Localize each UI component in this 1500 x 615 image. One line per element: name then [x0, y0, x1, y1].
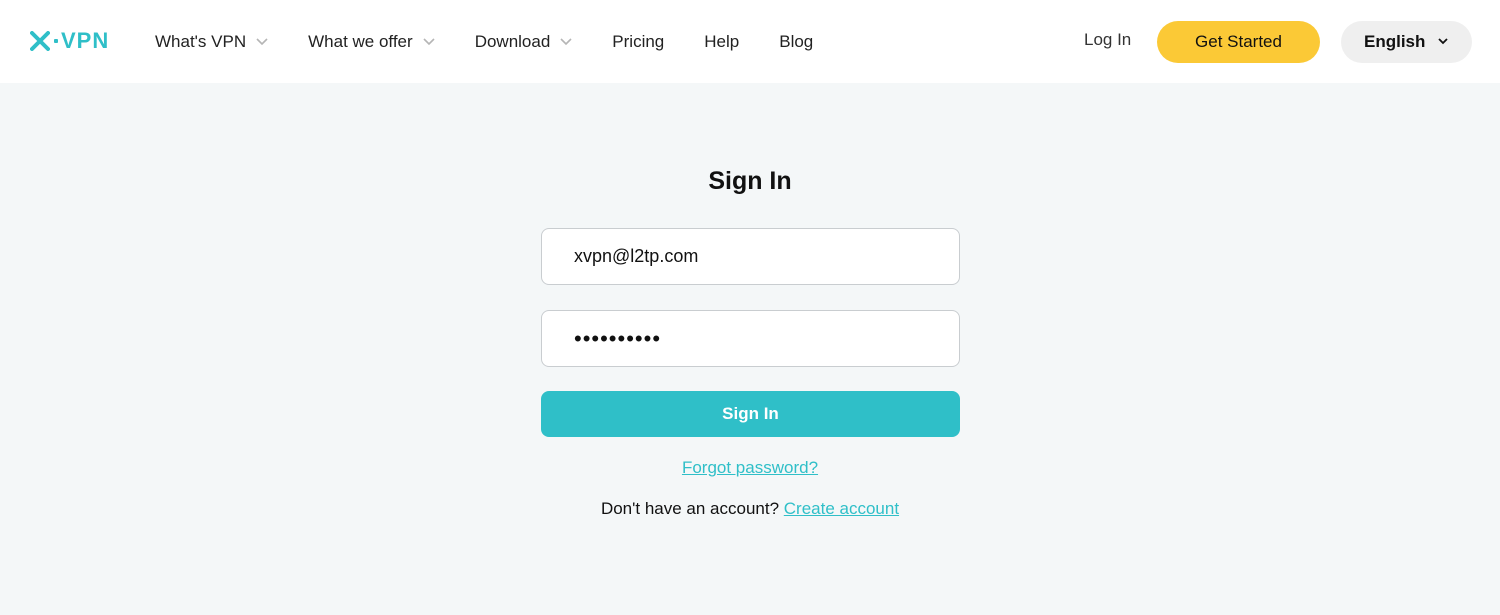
nav-item-help[interactable]: Help [704, 32, 739, 52]
logo-text: VPN [61, 28, 110, 53]
nav-label: Pricing [612, 31, 665, 51]
language-label: English [1364, 32, 1426, 51]
xvpn-logo[interactable]: VPN [30, 28, 109, 54]
page-title: Sign In [708, 167, 792, 195]
nav-item-blog[interactable]: Blog [779, 32, 813, 52]
nav-item-whats-vpn[interactable]: What's VPN [155, 32, 268, 52]
nav-label: Download [474, 31, 551, 51]
top-navbar: VPN What's VPN What we offer Download Pr… [0, 0, 1500, 83]
no-account-text: Don't have an account? [600, 499, 784, 518]
chevron-down-icon [560, 37, 572, 45]
signup-row: Don't have an account? Create account [0, 499, 1500, 519]
nav-item-pricing[interactable]: Pricing [612, 32, 664, 52]
nav-item-what-we-offer[interactable]: What we offer [308, 32, 435, 52]
forgot-password-row: Forgot password? [0, 458, 1500, 478]
get-started-button[interactable]: Get Started [1157, 21, 1320, 63]
logo-dot [54, 39, 58, 43]
password-field[interactable] [541, 310, 960, 367]
create-account-link[interactable]: Create account [784, 499, 899, 518]
chevron-down-icon [1438, 38, 1448, 45]
nav-label: Blog [779, 31, 814, 51]
nav-label: What we offer [308, 31, 413, 51]
main-nav: What's VPN What we offer Download Pricin… [155, 0, 853, 83]
forgot-password-link[interactable]: Forgot password? [682, 458, 818, 477]
x-logo-icon [30, 31, 50, 51]
sign-in-button[interactable]: Sign In [541, 391, 960, 437]
nav-label: Help [704, 31, 740, 51]
language-select[interactable]: English [1341, 21, 1472, 63]
email-field[interactable] [541, 228, 960, 285]
login-link[interactable]: Log In [1084, 30, 1131, 50]
chevron-down-icon [256, 37, 268, 45]
nav-item-download[interactable]: Download [475, 32, 573, 52]
nav-label: What's VPN [155, 31, 247, 51]
chevron-down-icon [423, 37, 435, 45]
